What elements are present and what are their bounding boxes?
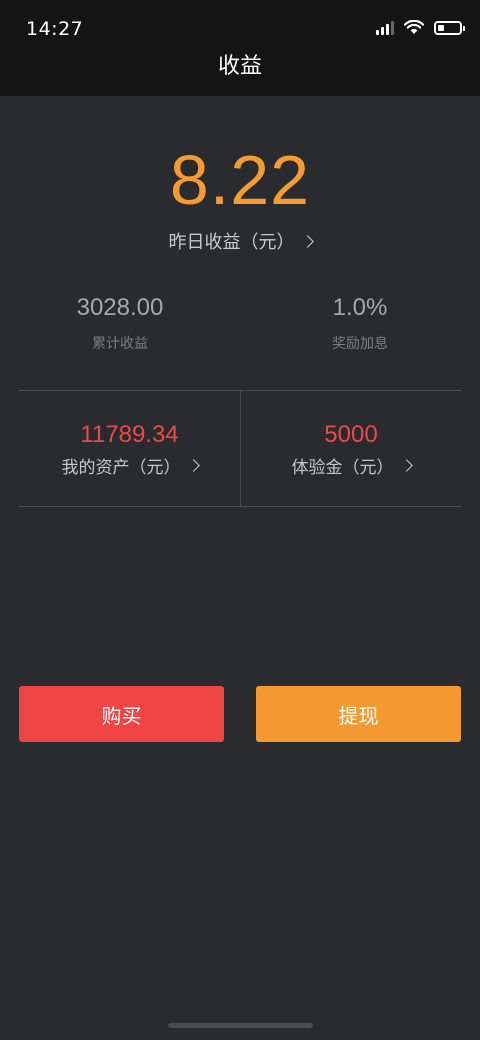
chevron-right-icon <box>399 459 413 472</box>
home-indicator[interactable] <box>168 1023 313 1028</box>
yesterday-earnings-amount: 8.22 <box>169 141 311 219</box>
nav-bar: 收益 <box>0 56 480 96</box>
trial-funds-link[interactable]: 5000 体验金（元） <box>240 391 461 506</box>
my-assets-link[interactable]: 11789.34 我的资产（元） <box>19 391 240 506</box>
asset-value: 5000 <box>324 421 378 448</box>
battery-fill <box>438 24 444 31</box>
action-buttons: 购买 提现 <box>19 686 461 742</box>
battery-icon <box>434 20 465 35</box>
page-title: 收益 <box>217 54 262 79</box>
stat-cumulative-earnings: 3028.00 累计收益 <box>0 293 240 353</box>
stat-label: 累计收益 <box>92 336 148 352</box>
status-icons <box>376 20 465 35</box>
asset-label-row: 我的资产（元） <box>61 453 200 478</box>
status-bar: 14:27 <box>0 0 480 56</box>
withdraw-button[interactable]: 提现 <box>256 686 461 742</box>
asset-label-row: 体验金（元） <box>291 453 413 478</box>
yesterday-earnings: 8.22 昨日收益（元） <box>0 140 480 254</box>
chevron-right-icon <box>186 459 200 472</box>
assets-panel: 11789.34 我的资产（元） 5000 体验金（元） <box>19 390 461 507</box>
asset-label: 我的资产（元） <box>61 458 181 478</box>
stat-value: 3028.00 <box>76 294 164 321</box>
yesterday-earnings-label: 昨日收益（元） <box>168 232 295 253</box>
earnings-stats: 3028.00 累计收益 1.0% 奖励加息 <box>0 293 480 353</box>
asset-label: 体验金（元） <box>291 458 394 478</box>
stat-value: 1.0% <box>332 294 388 321</box>
chevron-right-icon <box>300 234 314 248</box>
buy-button[interactable]: 购买 <box>19 686 224 742</box>
stat-label: 奖励加息 <box>332 336 388 352</box>
yesterday-earnings-link[interactable]: 昨日收益（元） <box>168 228 314 254</box>
stat-bonus-interest: 1.0% 奖励加息 <box>240 293 480 353</box>
asset-value: 11789.34 <box>80 421 179 448</box>
wifi-icon <box>404 20 424 34</box>
earnings-screen: 14:27 收益 8.22 昨日收益（元） 3028.00 累计收益 1.0% … <box>0 0 480 1040</box>
status-time: 14:27 <box>26 18 84 40</box>
signal-icon <box>376 20 394 35</box>
